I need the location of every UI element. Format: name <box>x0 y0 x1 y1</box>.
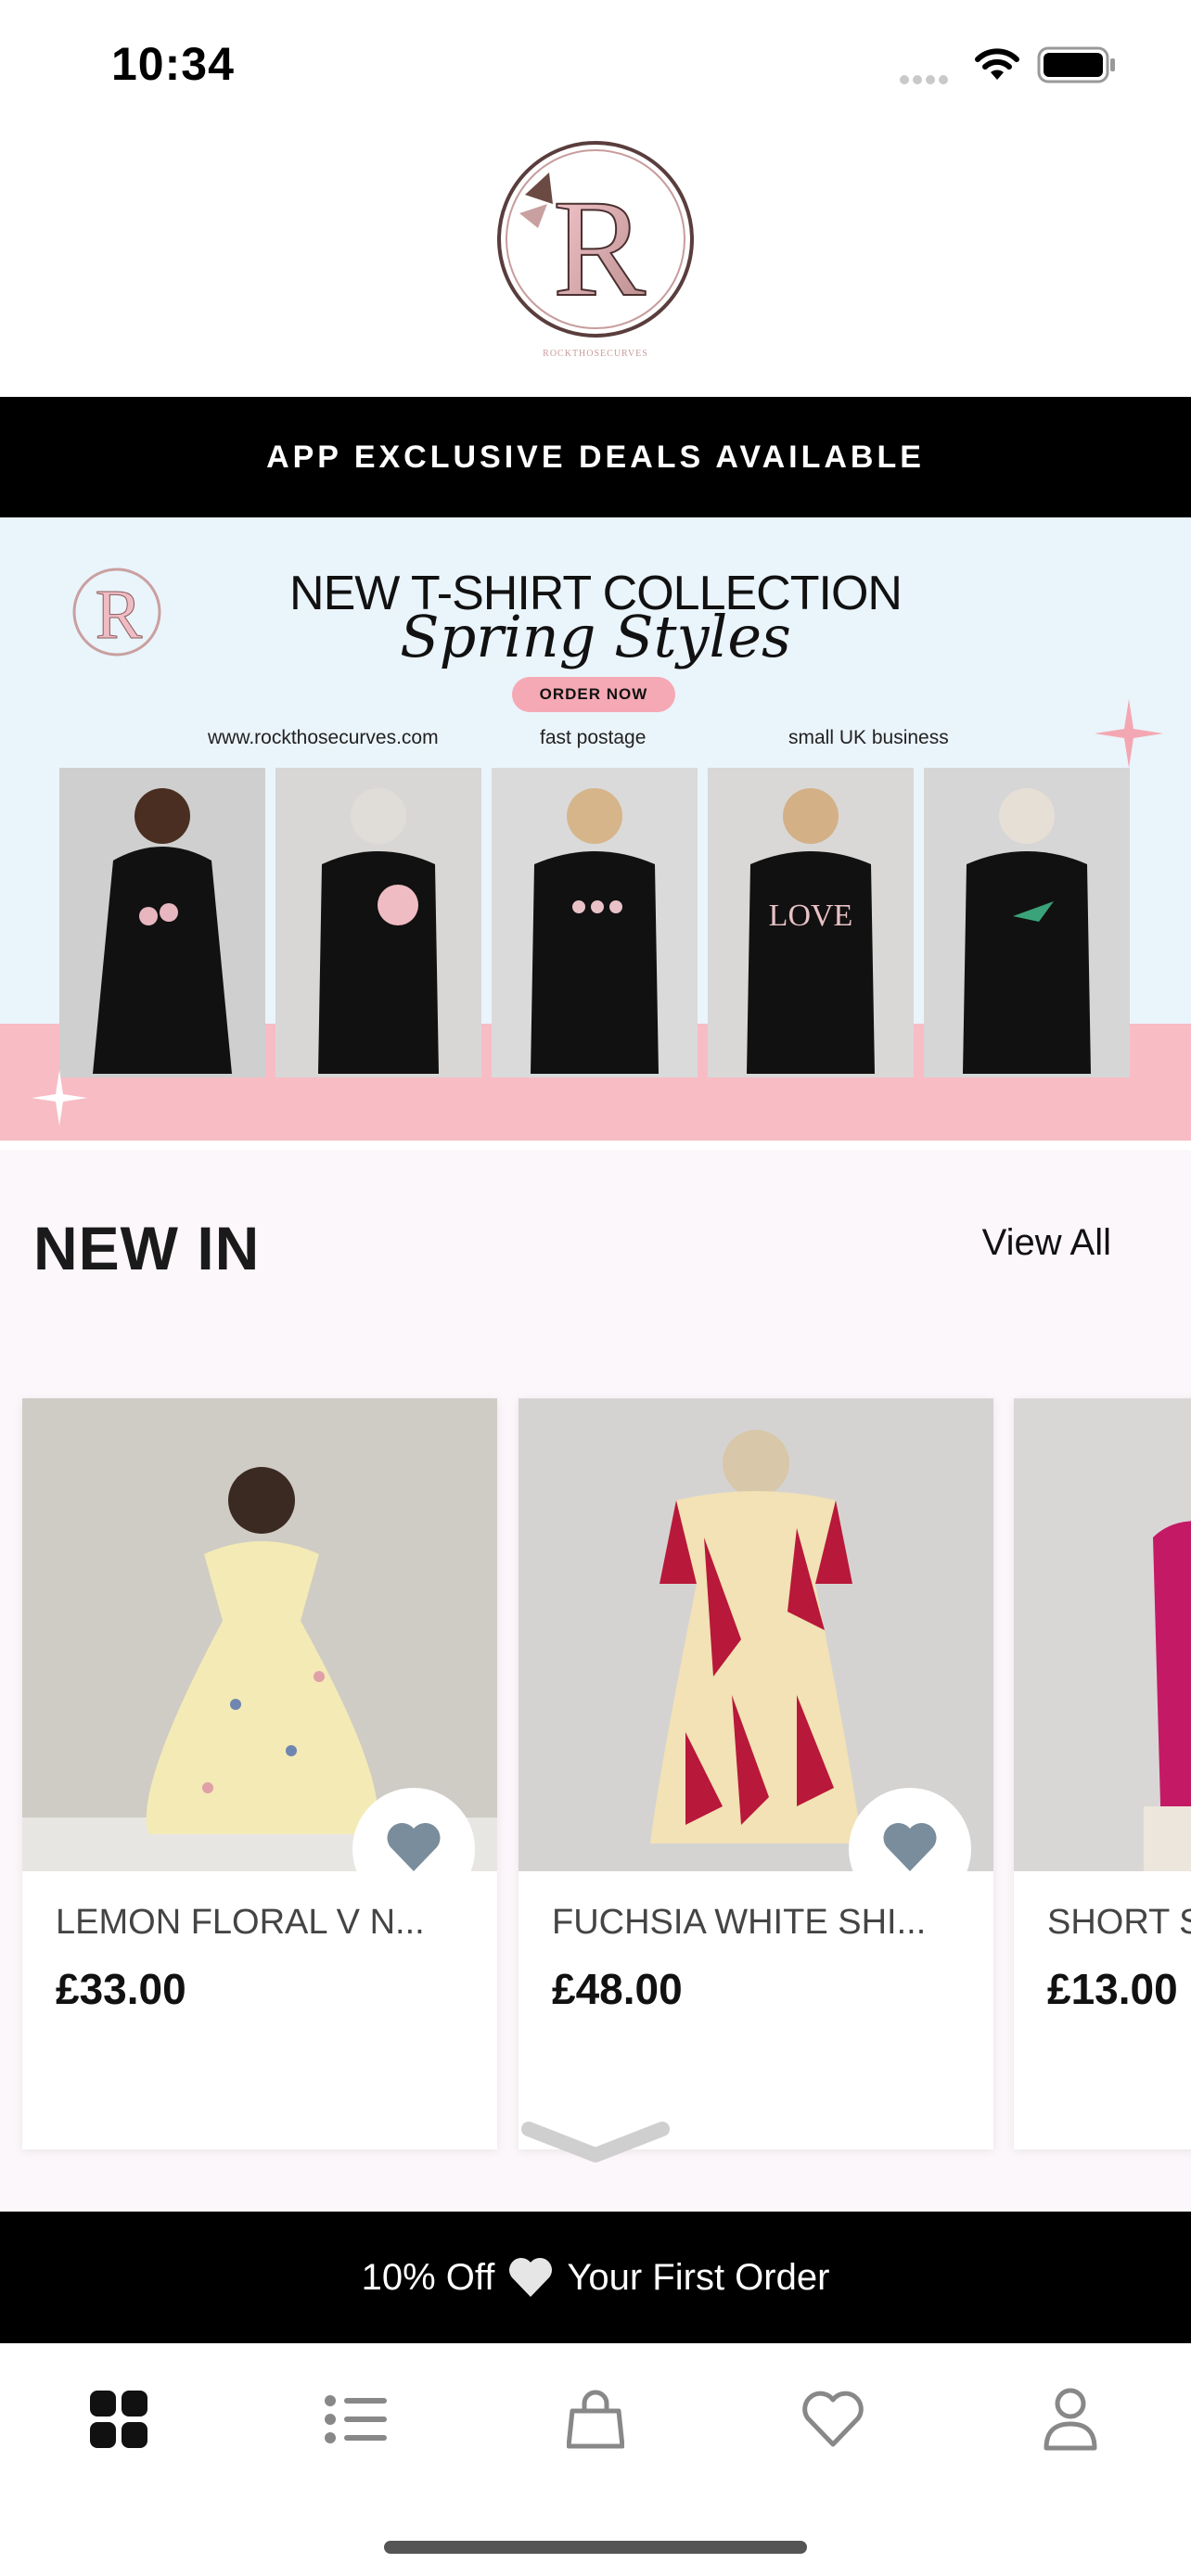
product-card[interactable]: SHORT S £13.00 <box>1014 1398 1191 2149</box>
person-icon <box>1044 2388 1097 2451</box>
svg-text:R: R <box>553 172 646 325</box>
svg-text:LOVE: LOVE <box>769 899 853 933</box>
first-order-offer-bar[interactable]: 10% Off Your First Order <box>0 2212 1191 2343</box>
app-deals-text: APP EXCLUSIVE DEALS AVAILABLE <box>266 439 925 475</box>
brand-logo[interactable]: R <box>492 139 699 362</box>
heart-icon <box>883 1822 937 1871</box>
model-photo-5 <box>924 768 1130 1078</box>
product-name: SHORT S <box>1047 1903 1191 1942</box>
model-photo-4: LOVE <box>708 768 914 1078</box>
product-card[interactable]: LEMON FLORAL V N... £33.00 <box>22 1398 497 2149</box>
tab-wishlist[interactable] <box>796 2382 870 2456</box>
wifi-icon <box>975 48 1019 80</box>
tab-basket[interactable] <box>558 2382 633 2456</box>
banner-small-business: small UK business <box>788 727 949 748</box>
banner-website: www.rockthosecurves.com <box>208 727 439 748</box>
product-name: LEMON FLORAL V N... <box>56 1903 425 1942</box>
heart-icon <box>509 2258 553 2297</box>
home-grid-icon <box>90 2391 147 2448</box>
tab-account[interactable] <box>1033 2382 1108 2456</box>
model-photo-2 <box>275 768 481 1078</box>
offer-text-end: Your First Order <box>567 2256 830 2298</box>
model-photo-1 <box>59 768 265 1078</box>
sparkle-icon <box>1095 699 1163 768</box>
product-price: £33.00 <box>56 1965 186 2013</box>
tab-categories[interactable] <box>319 2382 393 2456</box>
product-price: £48.00 <box>552 1965 683 2013</box>
favourite-button[interactable] <box>849 1788 971 1910</box>
app-screen: 10:34 R ROCKTHOSECURVES APP EXCLUSIVE DE… <box>0 0 1191 2576</box>
new-in-section: NEW IN View All LEMON FLORAL V N... £33.… <box>0 1150 1191 2212</box>
banner-script-title: Spring Styles <box>400 603 791 670</box>
view-all-link[interactable]: View All <box>982 1222 1111 1264</box>
model-photo-3 <box>492 768 698 1078</box>
product-card[interactable]: FUCHSIA WHITE SHI... £48.00 <box>519 1398 993 2149</box>
order-now-button[interactable]: ORDER NOW <box>512 677 675 712</box>
battery-icon <box>1037 46 1115 83</box>
new-in-heading: NEW IN <box>33 1214 261 1282</box>
heart-icon <box>387 1822 441 1871</box>
signal-icon <box>900 72 952 89</box>
tab-home[interactable] <box>82 2382 156 2456</box>
offer-text-start: 10% Off <box>361 2256 495 2298</box>
shopping-bag-icon <box>567 2390 624 2449</box>
favourite-button[interactable] <box>352 1788 475 1910</box>
product-price: £13.00 <box>1047 1965 1178 2013</box>
heart-icon <box>802 2391 864 2447</box>
sparkle-icon <box>32 1070 87 1126</box>
chevron-down-icon[interactable] <box>519 2118 672 2166</box>
logo-tagline: ROCKTHOSECURVES <box>543 349 648 359</box>
list-icon <box>325 2395 387 2443</box>
home-indicator <box>384 2541 807 2554</box>
app-deals-bar[interactable]: APP EXCLUSIVE DEALS AVAILABLE <box>0 397 1191 517</box>
banner-postage: fast postage <box>540 727 647 748</box>
status-time: 10:34 <box>111 38 235 90</box>
status-bar: 10:34 <box>0 0 1191 111</box>
product-image <box>1014 1398 1191 1871</box>
tshirt-collection-banner[interactable]: R NEW T-SHIRT COLLECTION Spring Styles O… <box>0 517 1191 1141</box>
product-name: FUCHSIA WHITE SHI... <box>552 1903 927 1942</box>
